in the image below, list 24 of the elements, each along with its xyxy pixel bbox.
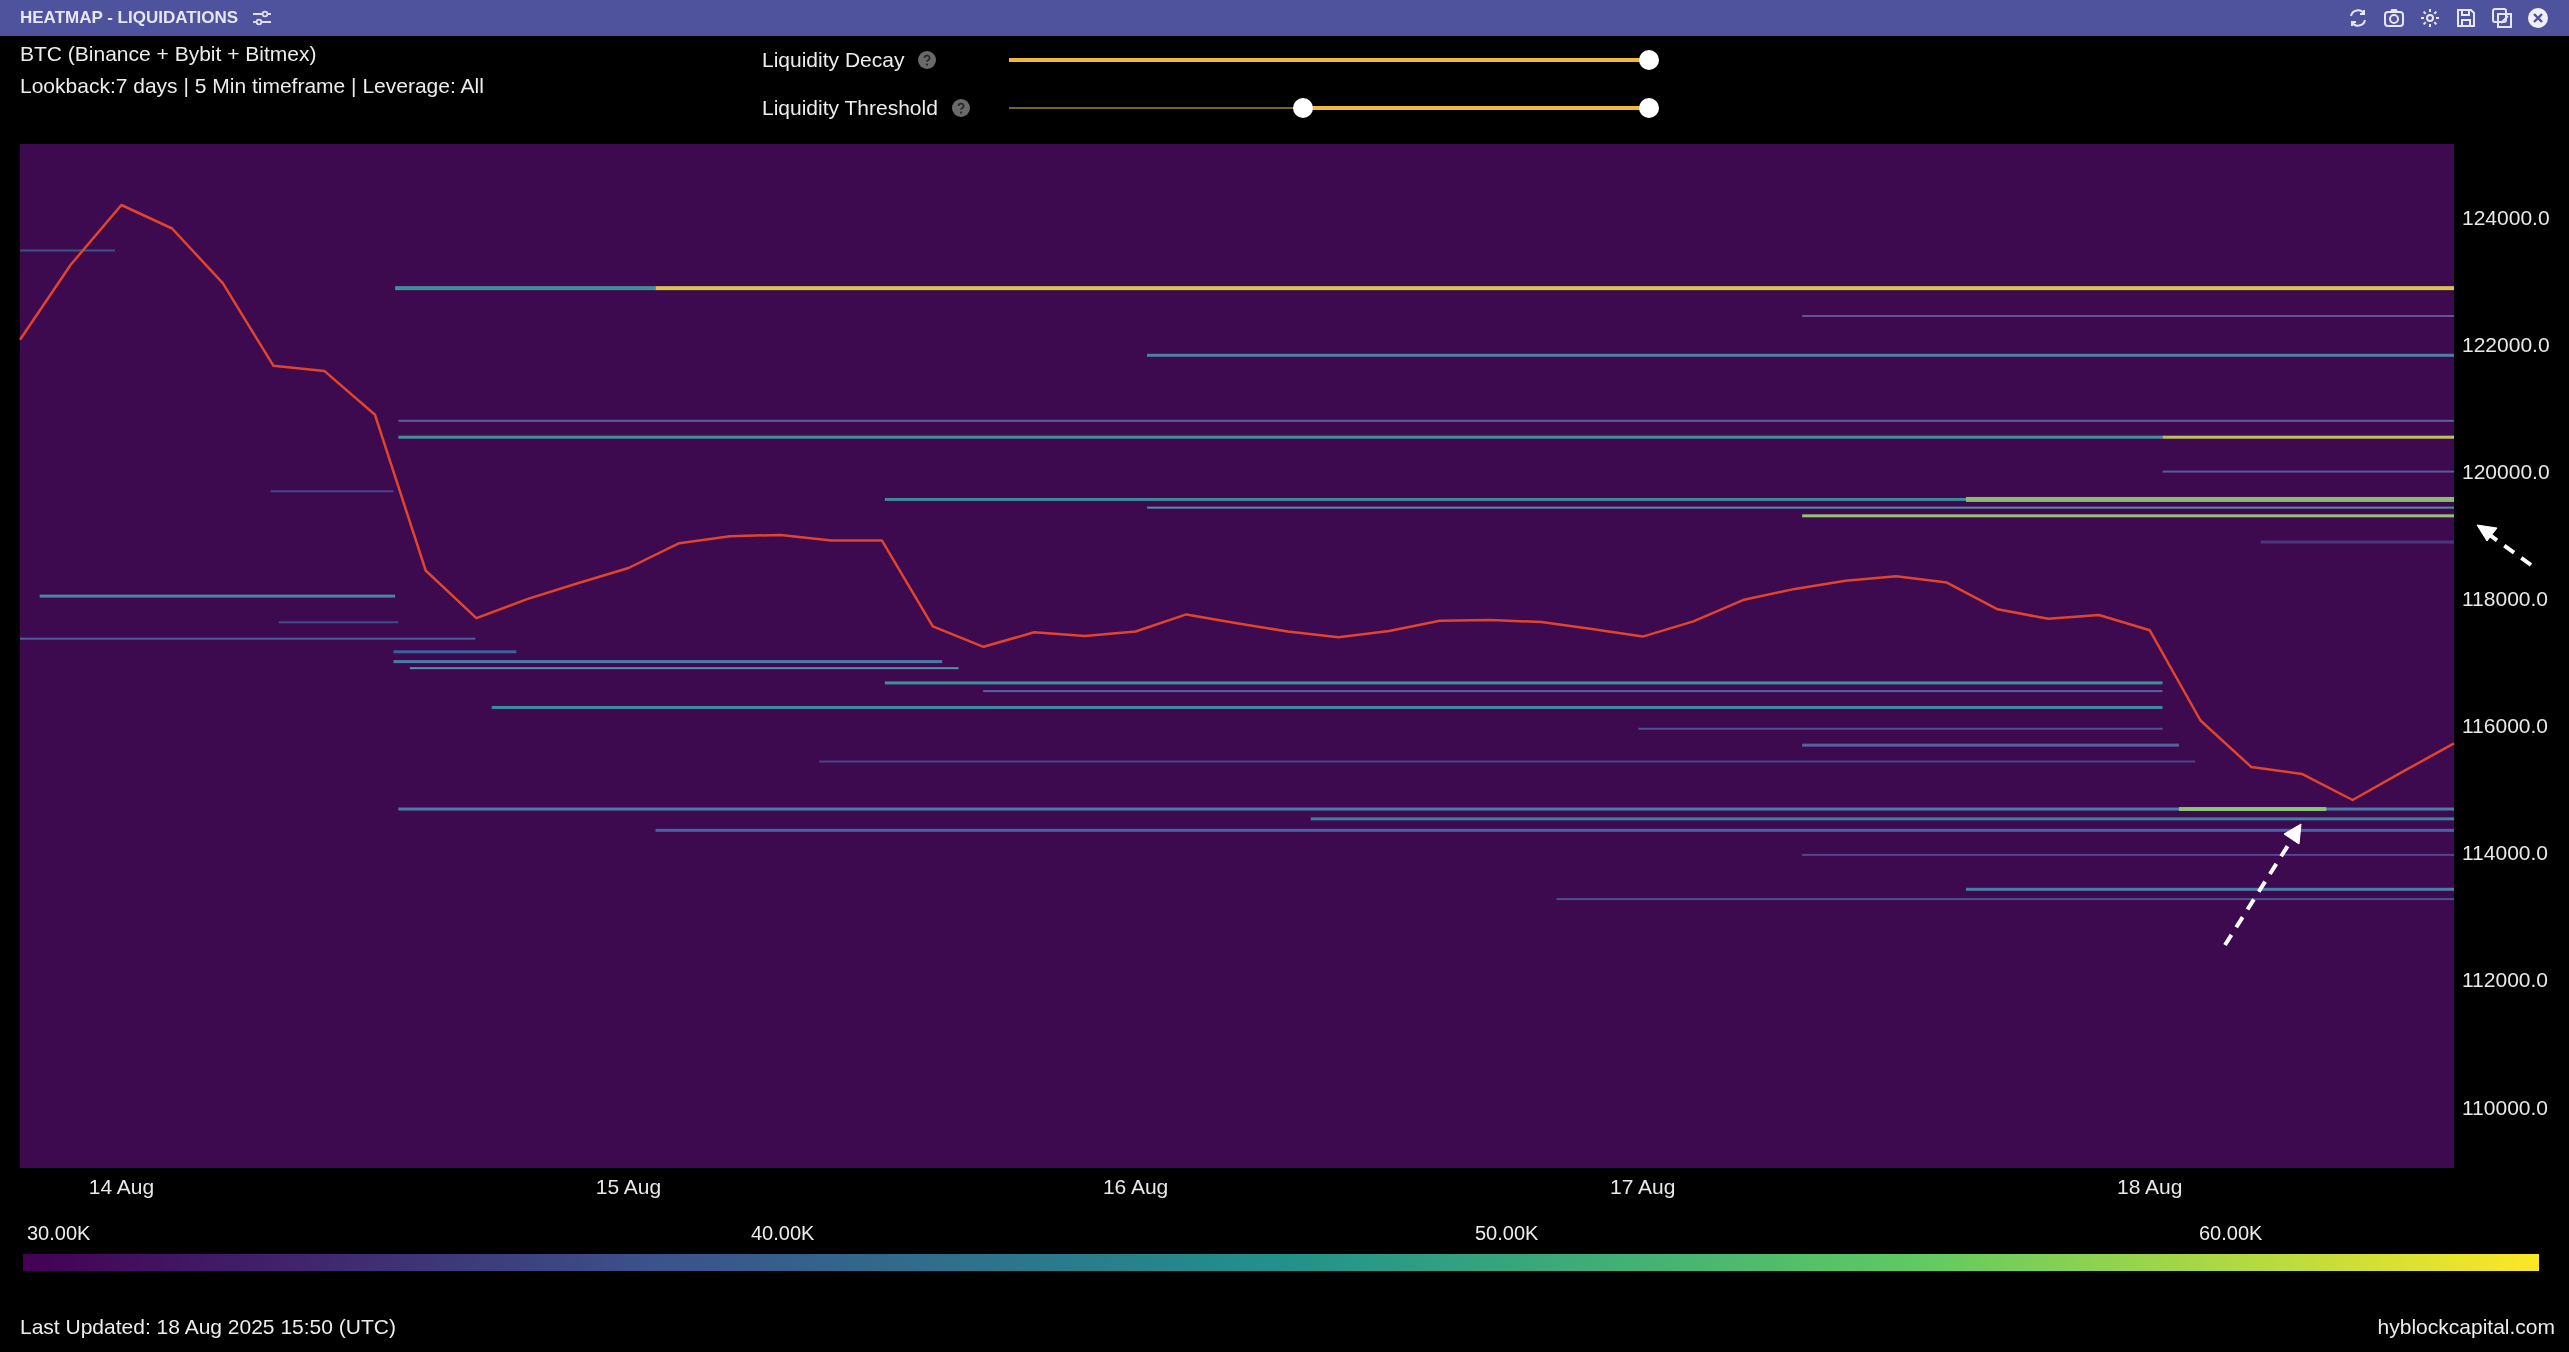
x-axis-label: 17 Aug [1609, 1175, 1676, 1198]
y-axis-label: 118000.0 [2462, 587, 2549, 611]
y-axis-label: 114000.0 [2462, 841, 2549, 865]
x-axis-label: 15 Aug [595, 1175, 662, 1198]
slider-label: Liquidity Decay [762, 48, 905, 72]
y-axis-label: 120000.0 [2462, 460, 2550, 483]
window-title: HEATMAP - LIQUIDATIONS [20, 8, 239, 28]
site-name: hyblockcapital.com [2377, 1315, 2555, 1339]
y-axis-label: 122000.0 [2462, 332, 2550, 356]
x-axis-label: 18 Aug [2117, 1175, 2183, 1198]
x-axis-label: 14 Aug [88, 1175, 155, 1198]
colorbar-label: 30.00K [26, 1222, 92, 1246]
colorbar-label: 50.00K [1474, 1222, 1540, 1246]
last-updated-text: Last Updated: 18 Aug 2025 15:50 (UTC) [20, 1315, 396, 1339]
x-axis-label: 16 Aug [1102, 1175, 1169, 1198]
colorbar-label: 60.00K [2198, 1222, 2264, 1246]
slider-label: Liquidity Threshold [762, 96, 938, 120]
y-axis-label: 124000.0 [2462, 205, 2550, 229]
settings-summary: Lookback:7 days | 5 Min timeframe | Leverage: All [20, 74, 485, 98]
colorbar-label: 40.00K [750, 1222, 816, 1246]
y-axis-label: 112000.0 [2462, 968, 2549, 992]
y-axis-label: 116000.0 [2462, 714, 2549, 738]
y-axis-label: 110000.0 [2462, 1095, 2549, 1119]
market-label: BTC (Binance + Bybit + Bitmex) [20, 42, 318, 66]
